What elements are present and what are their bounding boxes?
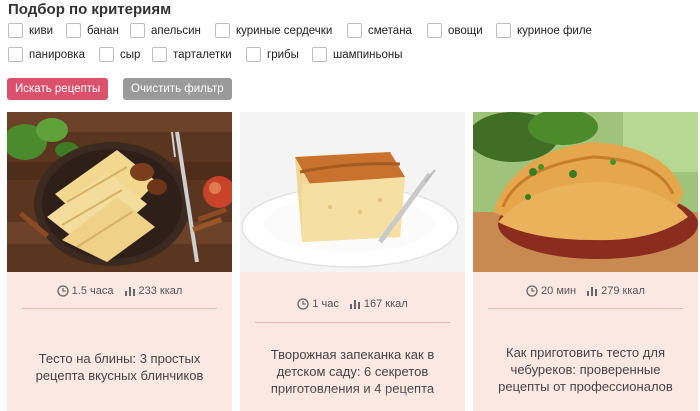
checkbox-box[interactable] [99,47,114,62]
checkbox-box[interactable] [8,47,23,62]
checkbox-box[interactable] [152,47,167,62]
cooking-time-value: 20 мин [541,285,577,297]
cooking-time-value: 1 час [312,298,339,310]
filter-checkbox-champignons[interactable]: шампиньоны [312,47,403,62]
filter-checkbox-chicken-hearts[interactable]: куриные сердечки [215,23,332,38]
filter-label: тарталетки [173,48,232,61]
calories-value: 167 ккал [363,298,408,310]
calories-value: 233 ккал [138,285,183,297]
card-fade [473,389,698,411]
page-title: Подбор по критериям [8,1,172,18]
recipe-photo-pancakes[interactable] [7,112,232,272]
recipe-title[interactable]: Как приготовить тесто для чебуреков: про… [485,344,686,395]
calories-chart-icon [349,300,360,309]
search-recipes-button[interactable]: Искать рецепты [7,78,109,100]
filter-label: овощи [448,24,483,37]
checkbox-box[interactable] [66,23,81,38]
card-fade [240,389,465,411]
filter-label: грибы [267,48,299,61]
filter-label: шампиньоны [333,48,403,61]
calories-value: 279 ккал [601,285,645,297]
calories-chart-icon [587,287,598,296]
recipe-meta: 20 мин 279 ккал [473,285,698,297]
filter-row-2: панировка сыр тарталетки грибы шампиньон… [8,47,698,70]
filter-checkbox-kiwi[interactable]: киви [8,23,53,38]
card-fade [7,389,232,411]
recipe-photo-chebureki[interactable] [473,112,698,272]
filter-label: киви [29,24,53,37]
filter-label: апельсин [151,24,201,37]
cooking-time: 20 мин [526,285,576,297]
filter-label: сметана [368,24,412,37]
card-divider [488,308,683,309]
cooking-time-value: 1.5 часа [71,285,114,297]
calories-chart-icon [124,287,135,296]
filter-checkbox-orange[interactable]: апельсин [130,23,201,38]
filter-criteria: киви банан апельсин куриные сердечки сме… [8,23,698,71]
checkbox-box[interactable] [347,23,362,38]
clock-icon [297,298,309,310]
cooking-time: 1.5 часа [57,285,114,297]
recipe-card-casserole[interactable]: 1 час 167 ккал Творожная запеканка как в… [240,112,465,411]
recipe-photo-casserole[interactable] [240,112,465,272]
recipe-card-pancakes[interactable]: 1.5 часа 233 ккал Тесто на блины: 3 прос… [7,112,232,411]
clock-icon [526,285,538,297]
checkbox-box[interactable] [215,23,230,38]
checkbox-box[interactable] [130,23,145,38]
filter-checkbox-banana[interactable]: банан [66,23,119,38]
recipe-card-chebureki[interactable]: 20 мин 279 ккал Как приготовить тесто дл… [473,112,698,411]
filter-label: сыр [120,48,141,61]
filter-checkbox-mushrooms[interactable]: грибы [246,47,299,62]
checkbox-box[interactable] [496,23,511,38]
checkbox-box[interactable] [8,23,23,38]
filter-checkbox-vegetables[interactable]: овощи [427,23,483,38]
calories: 233 ккал [124,285,183,297]
filter-checkbox-tartlets[interactable]: тарталетки [152,47,232,62]
recipe-meta: 1.5 часа 233 ккал [7,285,232,297]
clear-filter-button[interactable]: Очистить фильтр [123,78,232,100]
calories: 279 ккал [586,285,645,297]
filter-label: куриные сердечки [236,24,333,37]
card-divider [22,308,217,309]
filter-checkbox-breading[interactable]: панировка [8,47,85,62]
filter-label: куриное филе [517,24,592,37]
checkbox-box[interactable] [246,47,261,62]
card-divider [255,322,450,323]
checkbox-box[interactable] [427,23,442,38]
filter-checkbox-sour-cream[interactable]: сметана [347,23,412,38]
clock-icon [57,285,69,297]
calories: 167 ккал [349,298,408,310]
recipe-meta: 1 час 167 ккал [240,298,465,310]
cooking-time: 1 час [297,298,339,310]
filter-row-1: киви банан апельсин куриные сердечки сме… [8,23,698,46]
filter-label: банан [87,24,119,37]
recipe-title[interactable]: Тесто на блины: 3 простых рецепта вкусны… [19,350,220,384]
filter-checkbox-chicken-fillet[interactable]: куриное филе [496,23,592,38]
checkbox-box[interactable] [312,47,327,62]
filter-checkbox-cheese[interactable]: сыр [99,47,140,62]
filter-label: панировка [29,48,85,61]
